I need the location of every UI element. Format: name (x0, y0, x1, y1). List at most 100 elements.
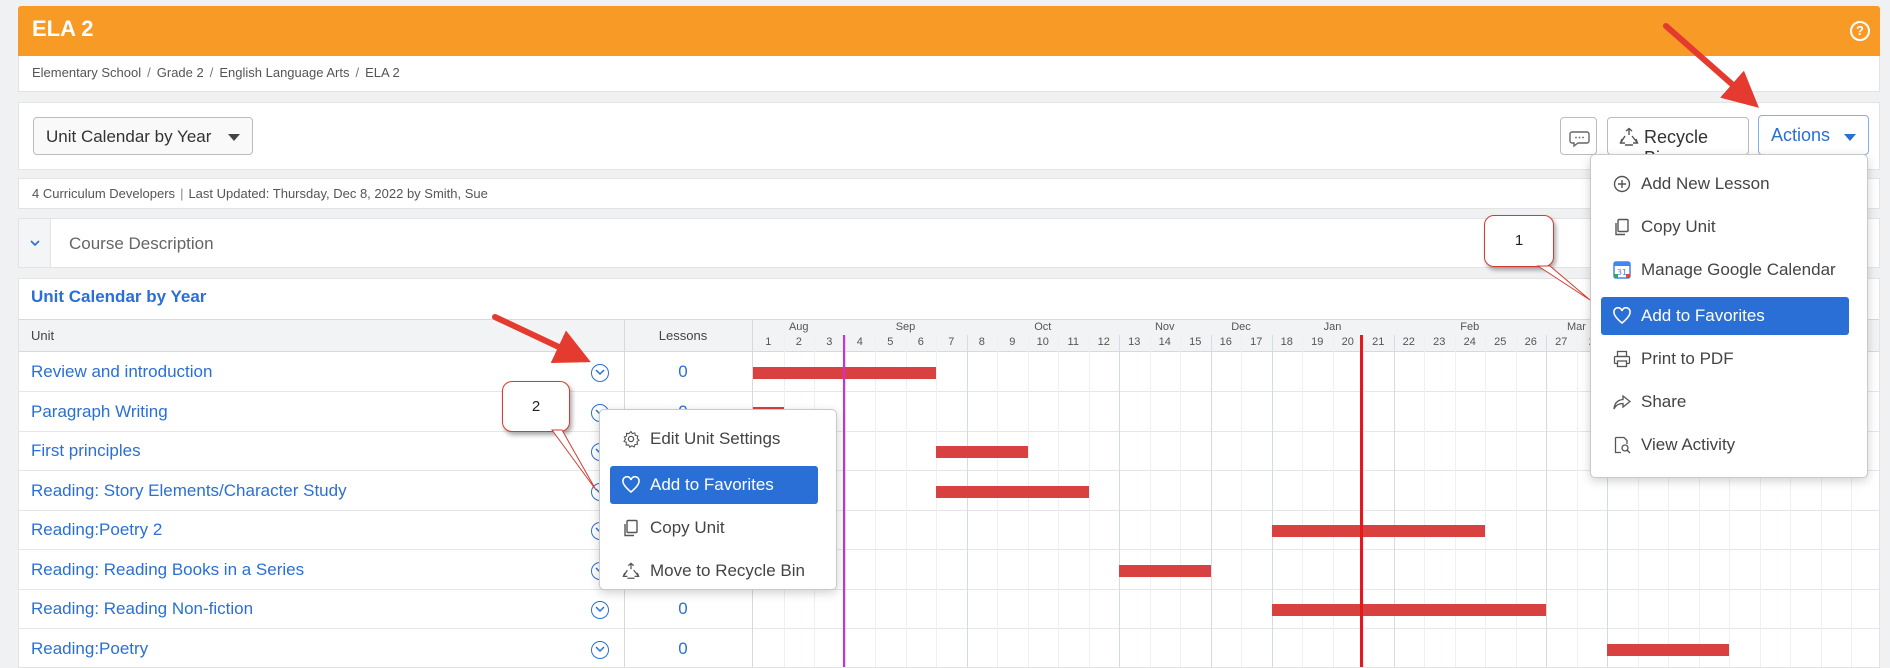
callout-number: 1 (1514, 232, 1524, 249)
grid-line (997, 335, 998, 667)
menu-item-print-to-pdf[interactable]: Print to PDF (1601, 340, 1857, 378)
menu-item-add-to-favorites[interactable]: Add to Favorites (610, 466, 818, 504)
breadcrumb: Elementary School / Grade 2/English Langua… (18, 56, 1880, 92)
menu-item-copy-unit[interactable]: Copy Unit (610, 509, 826, 547)
chevron-down-icon (30, 240, 40, 247)
menu-item-manage-google-calendar[interactable]: 31 Manage Google Calendar (1601, 251, 1857, 289)
grid-line (1485, 335, 1486, 667)
menu-item-label: Manage Google Calendar (1641, 260, 1836, 279)
grid-line (1332, 335, 1334, 667)
calendar-title: Unit Calendar by Year (31, 287, 207, 306)
copy-icon (1615, 218, 1629, 236)
menu-item-share[interactable]: Share (1601, 383, 1857, 421)
course-description-label[interactable]: Course Description (69, 234, 214, 254)
unit-timeline-bar[interactable] (936, 485, 1089, 498)
grid-line (1454, 335, 1456, 667)
unit-menu-toggle[interactable] (591, 601, 609, 619)
gear-icon (623, 430, 640, 448)
breadcrumb-item-school[interactable]: Elementary School (32, 65, 141, 80)
unit-timeline-bar[interactable] (1271, 604, 1546, 616)
callout-1: 1 (1484, 215, 1554, 267)
grid-line (1576, 335, 1578, 667)
unit-menu-toggle[interactable] (591, 640, 609, 659)
week-label: 1 (765, 336, 772, 348)
menu-item-add-to-favorites[interactable]: Add to Favorites (1601, 297, 1849, 335)
week-label: 8 (978, 336, 985, 348)
menu-item-add-new-lesson[interactable]: Add New Lesson (1601, 165, 1857, 203)
breadcrumb-item-grade[interactable]: Grade 2 (157, 65, 204, 80)
chevron-down-icon (595, 606, 605, 613)
unit-name-link[interactable]: Reading:Poetry 2 (31, 520, 162, 540)
view-select[interactable]: Unit Calendar by Year (33, 117, 253, 155)
month-label: Jan (1323, 321, 1342, 333)
breadcrumb-item-subject[interactable]: English Language Arts (219, 65, 349, 80)
grid-line (1119, 335, 1120, 667)
week-label: 27 (1555, 336, 1568, 348)
menu-item-view-activity[interactable]: View Activity (1601, 426, 1857, 464)
unit-name-link[interactable]: Reading: Reading Books in a Series (31, 560, 304, 580)
help-icon[interactable]: ? (1850, 21, 1870, 41)
week-label: 11 (1067, 336, 1079, 348)
week-label: 17 (1250, 336, 1263, 348)
unit-timeline-bar[interactable] (936, 446, 1028, 458)
unit-name-link[interactable]: Paragraph Writing (31, 402, 168, 422)
col-unit: Unit (31, 328, 55, 343)
unit-name-link[interactable]: Reading:Poetry (31, 639, 148, 659)
week-label: 25 (1494, 336, 1507, 348)
chevron-down-icon (595, 369, 605, 376)
unit-name-link[interactable]: Reading: Reading Non-fiction (31, 599, 253, 619)
actions-menu: Add New Lesson Copy Unit 31 Manage Googl… (1590, 154, 1868, 478)
actions-button[interactable]: Actions (1758, 115, 1869, 155)
unit-menu-toggle[interactable] (591, 364, 609, 382)
lessons-count[interactable]: 0 (619, 362, 747, 382)
menu-item-label: Copy Unit (1641, 217, 1716, 236)
grid-line (1088, 335, 1090, 667)
unit-name-link[interactable]: Reading: Story Elements/Character Study (31, 481, 347, 501)
menu-item-label: Move to Recycle Bin (650, 561, 805, 580)
grid-line (1180, 335, 1181, 667)
week-label: 4 (856, 336, 863, 348)
lessons-count[interactable]: 0 (619, 639, 747, 659)
breadcrumb-item-course: ELA 2 (365, 65, 400, 80)
course-title: ELA 2 (32, 16, 94, 41)
week-label: 7 (948, 336, 955, 348)
week-label: 15 (1189, 336, 1202, 348)
week-label: 21 (1372, 336, 1385, 348)
grid-line (1210, 335, 1212, 667)
week-label: 3 (826, 336, 833, 348)
week-label: 9 (1009, 336, 1016, 348)
month-label: Sep (895, 321, 916, 333)
share-icon (1613, 394, 1631, 410)
unit-name-link[interactable]: First principles (31, 441, 141, 461)
lessons-count[interactable]: 0 (619, 599, 747, 619)
month-label: Nov (1154, 321, 1175, 333)
developers-count[interactable]: 4 Curriculum Developers (32, 186, 175, 201)
menu-item-label: Copy Unit (650, 518, 725, 537)
caret-down-icon (1844, 134, 1856, 141)
table-row: Reading: Reading Books in a Series0 (19, 551, 1879, 590)
unit-context-menu: Edit Unit Settings Add to Favorites Copy… (599, 409, 837, 590)
week-label: 24 (1463, 336, 1476, 348)
menu-item-label: Edit Unit Settings (650, 429, 781, 448)
collapse-toggle[interactable] (19, 219, 51, 267)
week-label: 2 (795, 336, 802, 348)
unit-timeline-bar[interactable] (1607, 643, 1729, 656)
comments-button[interactable] (1560, 117, 1597, 155)
table-row: Reading:Poetry 20 (19, 511, 1879, 550)
grid-line (1271, 335, 1273, 667)
chevron-down-icon (595, 645, 605, 652)
week-label: 12 (1097, 336, 1110, 348)
unit-timeline-bar[interactable] (1271, 525, 1485, 537)
week-label: 22 (1402, 336, 1415, 348)
menu-item-label: Add New Lesson (1641, 174, 1770, 193)
recycle-bin-button[interactable]: Recycle Bin (1607, 117, 1749, 168)
copy-icon (624, 519, 638, 537)
menu-item-copy-unit[interactable]: Copy Unit (1601, 208, 1857, 246)
grid-line (1546, 335, 1547, 667)
menu-item-edit-unit-settings[interactable]: Edit Unit Settings (610, 420, 826, 458)
menu-item-move-to-recycle-bin[interactable]: Move to Recycle Bin (610, 552, 826, 590)
unit-name-link[interactable]: Review and introduction (31, 362, 212, 382)
week-label: 16 (1219, 336, 1232, 348)
week-label: 18 (1280, 336, 1293, 348)
unit-timeline-bar[interactable] (1119, 564, 1211, 577)
